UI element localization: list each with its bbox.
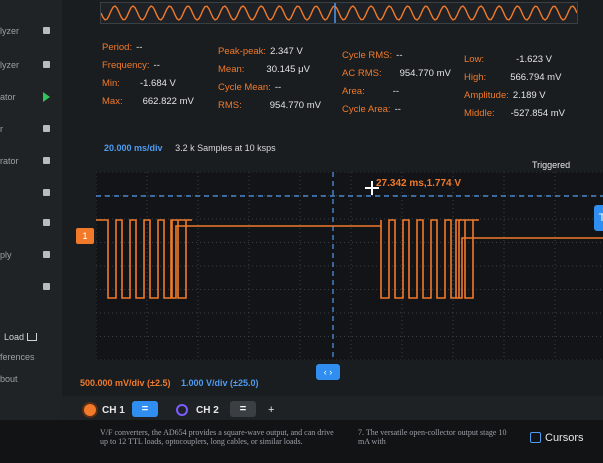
measurement-low: Low: -1.623 V xyxy=(464,54,552,65)
ch1-trace xyxy=(96,219,603,299)
load-button[interactable]: Load xyxy=(0,328,62,348)
overview-strip[interactable] xyxy=(100,2,578,24)
ch1-offset-marker[interactable]: 1 xyxy=(76,228,94,244)
measurement-high: High: 566.794 mV xyxy=(464,72,562,83)
measurement-ac-rms: AC RMS: 954.770 mV xyxy=(342,68,451,79)
sidebar-item-supply[interactable]: ply xyxy=(0,246,62,266)
sidebar-item-label: ply xyxy=(0,250,12,260)
stop-icon[interactable] xyxy=(43,61,50,68)
cursor-readout: 27.342 ms,1.774 V xyxy=(376,178,462,189)
ch2-enable-icon[interactable] xyxy=(176,404,188,416)
plot-canvas xyxy=(96,172,603,360)
ch2-label[interactable]: CH 2 xyxy=(196,405,219,416)
stop-icon[interactable] xyxy=(43,157,50,164)
sidebar: lyzer lyzer ator r rator ply Load ferenc… xyxy=(0,0,62,420)
measurement-cycle-area: Cycle Area: -- xyxy=(342,104,401,115)
upload-icon xyxy=(27,333,38,341)
stop-icon[interactable] xyxy=(43,125,50,132)
ch1-enable-icon[interactable] xyxy=(84,404,96,416)
sidebar-item-generator-2[interactable]: rator xyxy=(0,152,62,172)
play-icon[interactable] xyxy=(43,92,50,102)
sidebar-item-6[interactable] xyxy=(0,184,62,204)
paper-text-left: V/F converters, the AD654 provides a squ… xyxy=(100,428,334,446)
sidebar-item-analyzer-2[interactable]: lyzer xyxy=(0,56,62,76)
oscilloscope-view: Period: -- Frequency: -- Min: -1.684 V Max:… xyxy=(62,0,603,420)
sidebar-item-meter[interactable]: r xyxy=(0,120,62,140)
sidebar-item-label: lyzer xyxy=(0,26,20,36)
paper-text-right: 7. The versatile open-collector output s… xyxy=(358,428,507,446)
stop-icon[interactable] xyxy=(43,27,50,34)
about-link[interactable]: bout xyxy=(0,370,62,390)
sidebar-item-label: rator xyxy=(0,156,19,166)
measurement-amplitude: Amplitude: 2.189 V xyxy=(464,90,546,101)
references-link[interactable]: ferences xyxy=(0,348,62,368)
ch2-settings-button[interactable]: = xyxy=(230,401,256,417)
measurement-min: Min: -1.684 V xyxy=(102,78,176,89)
measurement-middle: Middle: -527.854 mV xyxy=(464,108,566,119)
measurement-cycle-mean: Cycle Mean: -- xyxy=(218,82,282,93)
measurement-frequency: Frequency: -- xyxy=(102,60,160,71)
channel-scales: 500.000 mV/div (±2.5) 1.000 V/div (±25.0… xyxy=(80,378,259,388)
measurement-rms: RMS: 954.770 mV xyxy=(218,100,321,111)
sidebar-item-label: ator xyxy=(0,92,16,102)
ch1-settings-button[interactable]: = xyxy=(132,401,158,417)
sample-info: 3.2 k Samples at 10 ksps xyxy=(175,143,276,153)
measurement-mean: Mean: 30.145 μV xyxy=(218,64,310,75)
sidebar-item-label: r xyxy=(0,124,3,134)
sidebar-item-analyzer[interactable]: lyzer xyxy=(0,22,62,42)
plot-header: 20.000 ms/div 3.2 k Samples at 10 ksps xyxy=(104,143,276,153)
measurement-max: Max: 662.822 mV xyxy=(102,96,194,107)
stop-icon[interactable] xyxy=(43,251,50,258)
sidebar-item-generator[interactable]: ator xyxy=(0,88,62,108)
sidebar-item-7[interactable] xyxy=(0,214,62,234)
sidebar-item-label: lyzer xyxy=(0,60,20,70)
trigger-status: Triggered xyxy=(532,160,571,170)
checkbox-icon[interactable] xyxy=(530,432,541,443)
references-label: ferences xyxy=(0,352,35,362)
stop-icon[interactable] xyxy=(43,219,50,226)
trigger-level-marker[interactable]: T xyxy=(594,205,603,231)
stop-icon[interactable] xyxy=(43,189,50,196)
stop-icon[interactable] xyxy=(43,283,50,290)
load-label: Load xyxy=(4,332,25,342)
waveform-plot[interactable] xyxy=(96,172,603,360)
sidebar-item-9[interactable] xyxy=(0,278,62,298)
ch1-scale[interactable]: 500.000 mV/div (±2.5) xyxy=(80,378,171,388)
measurement-peak-peak: Peak-peak: 2.347 V xyxy=(218,46,303,57)
ch1-label[interactable]: CH 1 xyxy=(102,405,125,416)
horizontal-position-button[interactable]: ‹ › xyxy=(316,364,340,380)
background-paper: V/F converters, the AD654 provides a squ… xyxy=(0,420,603,463)
timebase-label[interactable]: 20.000 ms/div xyxy=(104,143,163,153)
about-label: bout xyxy=(0,374,18,384)
measurement-period: Period: -- xyxy=(102,42,143,53)
measurement-cycle-rms: Cycle RMS: -- xyxy=(342,50,403,61)
cursors-label: Cursors xyxy=(545,432,584,444)
overview-waveform xyxy=(101,3,577,23)
ch2-scale[interactable]: 1.000 V/div (±25.0) xyxy=(181,378,258,388)
add-channel-button[interactable]: + xyxy=(268,404,274,416)
measurement-area: Area: -- xyxy=(342,86,400,97)
cursors-toggle[interactable]: Cursors xyxy=(530,432,584,444)
